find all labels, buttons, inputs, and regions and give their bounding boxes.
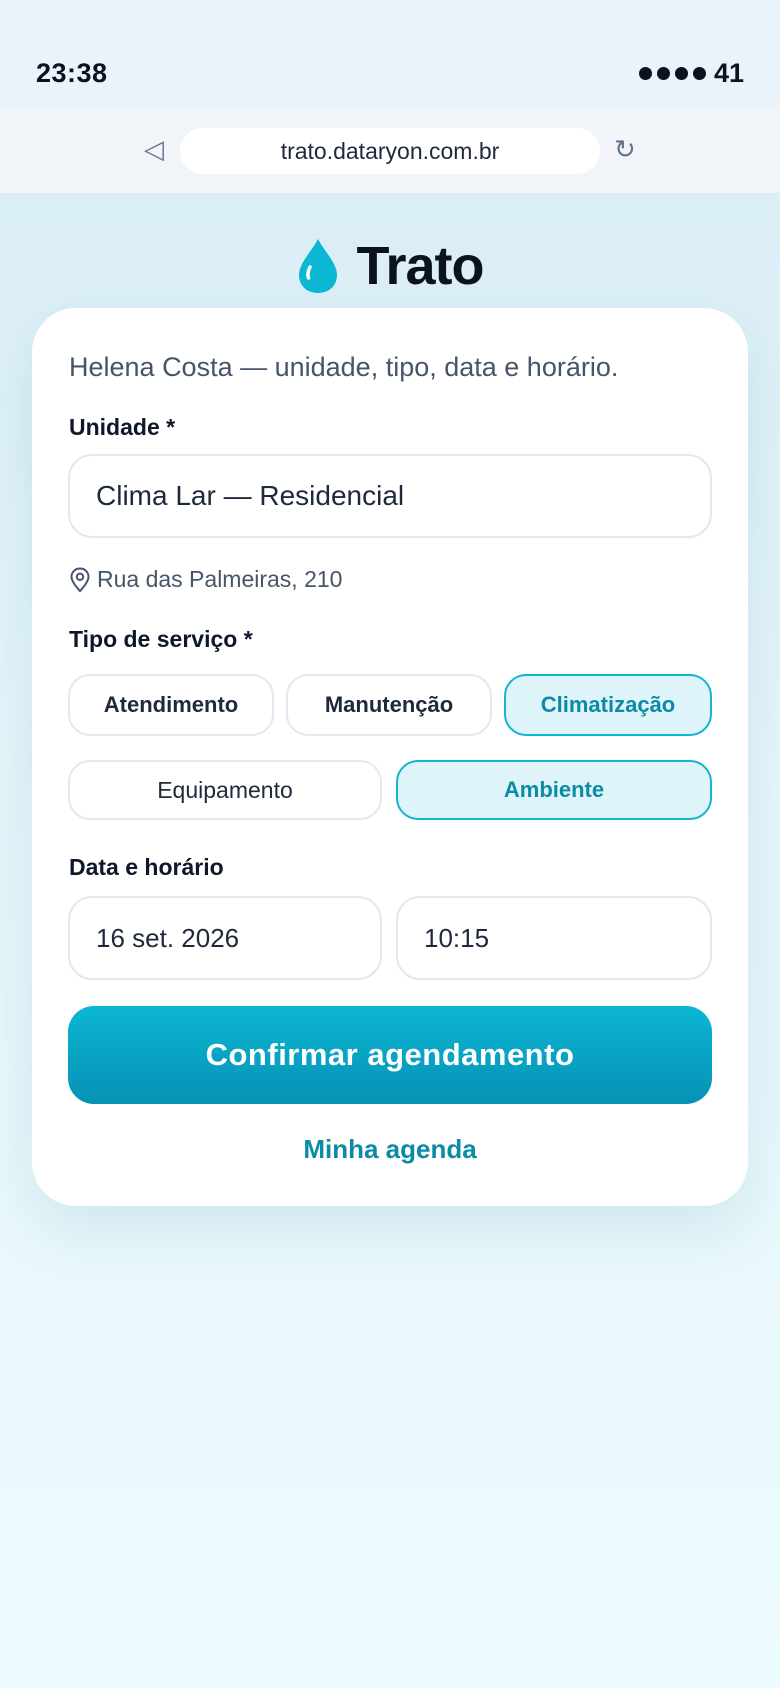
time-input[interactable]: 10:15 bbox=[396, 896, 712, 980]
date-value: 16 set. 2026 bbox=[96, 922, 240, 953]
status-time: 23:38 bbox=[36, 58, 108, 88]
unit-address: Rua das Palmeiras, 210 bbox=[69, 566, 342, 593]
address-bar[interactable]: trato.dataryon.com.br bbox=[180, 128, 600, 174]
confirm-booking-button[interactable]: Confirmar agendamento bbox=[68, 1006, 712, 1104]
signal-battery: 41 bbox=[638, 58, 744, 89]
datetime-label: Data e horário bbox=[69, 854, 224, 880]
address-text: Rua das Palmeiras, 210 bbox=[97, 566, 343, 592]
unit-label: Unidade * bbox=[69, 414, 176, 440]
browser-toolbar: ◁ trato.dataryon.com.br ↻ bbox=[0, 108, 780, 194]
date-input[interactable]: 16 set. 2026 bbox=[68, 896, 382, 980]
service-label: Tipo de serviço * bbox=[69, 626, 253, 652]
back-icon[interactable]: ◁ bbox=[144, 134, 164, 165]
form-subtitle: Helena Costa — unidade, tipo, data e hor… bbox=[69, 352, 619, 382]
my-agenda-link[interactable]: Minha agenda bbox=[32, 1134, 748, 1165]
service-chip-climatizacao[interactable]: Climatização bbox=[504, 674, 712, 736]
signal-icon bbox=[638, 67, 706, 80]
unit-select[interactable]: Clima Lar — Residencial bbox=[68, 454, 712, 538]
brand-logo: Trato bbox=[0, 234, 780, 298]
service-chip-manutencao[interactable]: Manutenção bbox=[286, 674, 492, 736]
unit-value: Clima Lar — Residencial bbox=[96, 480, 405, 511]
water-drop-icon bbox=[299, 239, 338, 293]
booking-card: Helena Costa — unidade, tipo, data e hor… bbox=[32, 308, 748, 1206]
service-chip-atendimento[interactable]: Atendimento bbox=[68, 674, 274, 736]
time-value: 10:15 bbox=[424, 922, 490, 953]
battery-level: 41 bbox=[713, 58, 744, 88]
reload-icon[interactable]: ↻ bbox=[614, 134, 636, 165]
brand-name: Trato bbox=[356, 236, 484, 296]
service-chip-ambiente[interactable]: Ambiente bbox=[396, 760, 712, 820]
service-chip-equipamento[interactable]: Equipamento bbox=[68, 760, 382, 820]
status-bar: 23:38 41 bbox=[0, 0, 780, 108]
map-pin-icon bbox=[70, 566, 90, 592]
